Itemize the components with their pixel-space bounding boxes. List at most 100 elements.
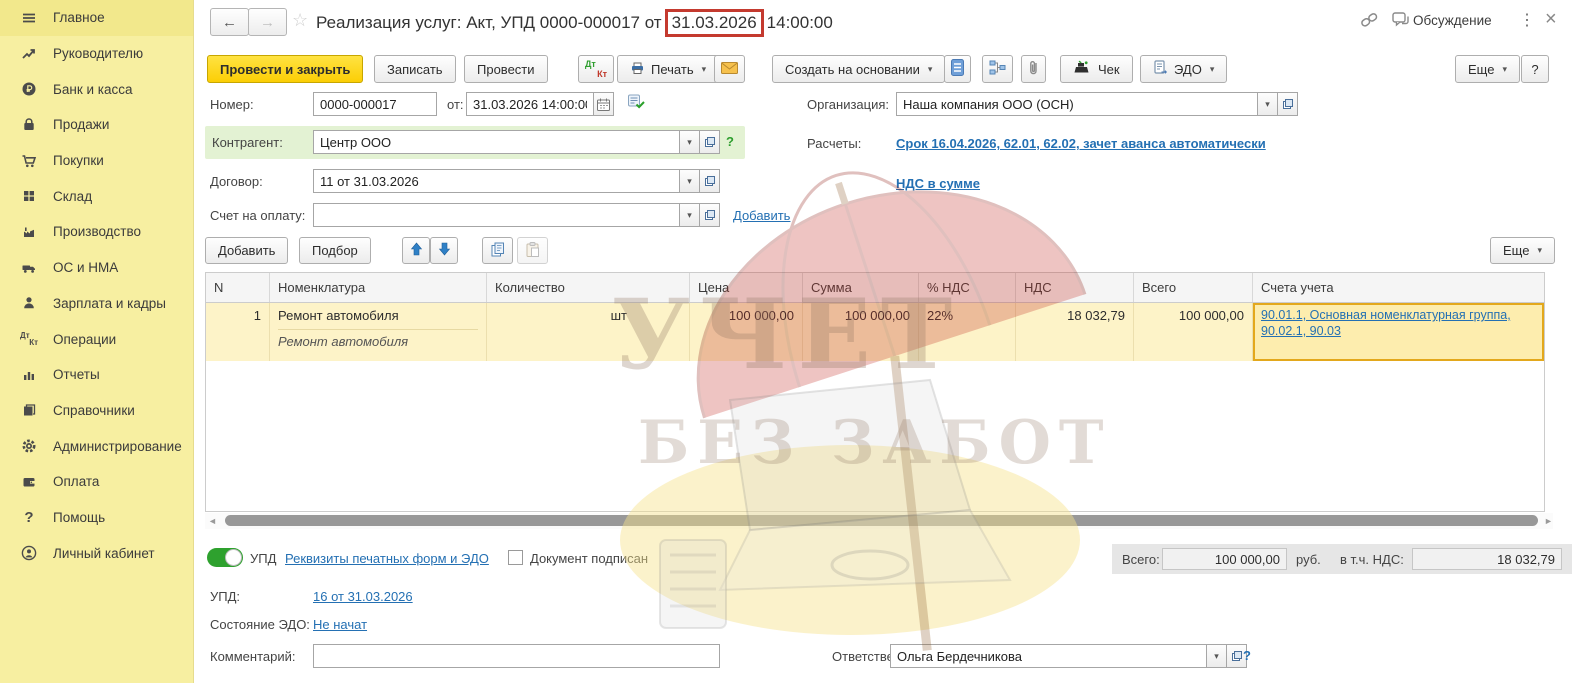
row-add-button[interactable]: Добавить (205, 237, 288, 264)
receipt-button[interactable]: Чек (1060, 55, 1133, 83)
scrollbar-thumb[interactable] (225, 515, 1538, 526)
sidebar-item-administration[interactable]: Администрирование (0, 428, 193, 464)
email-button[interactable] (714, 55, 745, 83)
sidebar-item-reports[interactable]: Отчеты (0, 357, 193, 393)
sidebar-item-salary-hr[interactable]: Зарплата и кадры (0, 286, 193, 322)
help-button[interactable]: ? (1521, 55, 1549, 83)
attachments-button[interactable] (1021, 55, 1046, 83)
nomenclature-name[interactable]: Ремонт автомобиля (278, 308, 478, 330)
scroll-right-icon[interactable]: ► (1544, 516, 1553, 526)
column-header[interactable]: Сумма (803, 273, 919, 302)
sidebar-item-purchases[interactable]: Покупки (0, 143, 193, 179)
settlements-link[interactable]: Срок 16.04.2026, 62.01, 62.02, зачет ава… (896, 136, 1266, 151)
save-button[interactable]: Записать (374, 55, 456, 83)
upd-document-link[interactable]: 16 от 31.03.2026 (313, 589, 413, 604)
chevron-down-icon[interactable]: ▾ (680, 169, 700, 193)
cell-total[interactable]: 100 000,00 (1134, 303, 1253, 361)
more-button[interactable]: Еще▾ (1455, 55, 1520, 83)
edo-button[interactable]: ЭДО▾ (1140, 55, 1227, 83)
sidebar-item-warehouse[interactable]: Склад (0, 178, 193, 214)
cell-line-number[interactable]: 1 (206, 303, 270, 361)
related-list-button[interactable] (944, 55, 971, 83)
sidebar-item-operations[interactable]: ДтКт Операции (0, 321, 193, 357)
sidebar-item-help[interactable]: ? Помощь (0, 500, 193, 536)
sidebar-item-manager[interactable]: Руководителю (0, 36, 193, 72)
forward-button[interactable]: → (248, 8, 287, 36)
invoice-input[interactable] (313, 203, 680, 227)
post-button[interactable]: Провести (464, 55, 548, 83)
chevron-down-icon[interactable]: ▾ (680, 130, 700, 154)
copy-button[interactable] (482, 237, 513, 264)
responsible-help-icon[interactable]: ? (1243, 648, 1251, 663)
more-menu-icon[interactable]: ⋮ (1519, 10, 1535, 30)
table-row[interactable]: 1 Ремонт автомобиля Ремонт автомобиля шт… (206, 303, 1544, 361)
cell-amount[interactable]: 100 000,00 (803, 303, 919, 361)
sidebar-item-payment[interactable]: Оплата (0, 464, 193, 500)
discussion-icon[interactable] (1392, 12, 1411, 31)
favorite-star-icon[interactable]: ☆ (292, 10, 308, 31)
back-button[interactable]: ← (210, 8, 249, 36)
chevron-down-icon[interactable]: ▾ (1207, 644, 1227, 668)
open-icon[interactable] (700, 130, 720, 154)
dt-kt-button[interactable]: ДтКт (578, 55, 614, 83)
document-signed-checkbox[interactable] (508, 550, 523, 565)
responsible-input[interactable] (890, 644, 1207, 668)
create-based-on-button[interactable]: Создать на основании▾ (772, 55, 945, 83)
column-header[interactable]: Количество (487, 273, 690, 302)
invoice-add-link[interactable]: Добавить (733, 208, 790, 223)
sidebar-item-bank-cash[interactable]: Банк и касса (0, 71, 193, 107)
counterparty-input[interactable] (313, 130, 680, 154)
document-structure-button[interactable] (982, 55, 1013, 83)
link-icon[interactable] (1360, 12, 1379, 32)
number-input[interactable] (313, 92, 437, 116)
accounts-link[interactable]: 90.01.1, Основная номенклатурная группа,… (1261, 308, 1511, 338)
date-input[interactable] (466, 92, 594, 116)
move-down-button[interactable] (430, 237, 458, 264)
column-header[interactable]: % НДС (919, 273, 1016, 302)
open-icon[interactable] (700, 169, 720, 193)
column-header[interactable]: Номенклатура (270, 273, 487, 302)
close-icon[interactable]: × (1545, 8, 1557, 31)
paste-button[interactable] (517, 237, 548, 264)
comment-input[interactable] (313, 644, 720, 668)
rows-more-button[interactable]: Еще▾ (1490, 237, 1555, 264)
organization-input[interactable] (896, 92, 1258, 116)
chevron-down-icon[interactable]: ▾ (680, 203, 700, 227)
cell-vat-rate[interactable]: 22% (919, 303, 1016, 361)
calendar-icon[interactable] (594, 92, 614, 116)
sidebar-item-directories[interactable]: Справочники (0, 393, 193, 429)
print-forms-requisites-link[interactable]: Реквизиты печатных форм и ЭДО (285, 551, 489, 566)
sidebar-item-production[interactable]: Производство (0, 214, 193, 250)
upd-toggle[interactable] (207, 548, 243, 567)
cell-nomenclature[interactable]: Ремонт автомобиля Ремонт автомобиля (270, 303, 487, 361)
vat-mode-link[interactable]: НДС в сумме (896, 176, 980, 191)
nomenclature-content[interactable]: Ремонт автомобиля (278, 334, 478, 349)
contract-input[interactable] (313, 169, 680, 193)
sidebar-item-fixed-assets[interactable]: ОС и НМА (0, 250, 193, 286)
ruble-icon (18, 81, 40, 97)
post-and-close-button[interactable]: Провести и закрыть (207, 55, 363, 83)
column-header[interactable]: N (206, 273, 270, 302)
discussion-label[interactable]: Обсуждение (1413, 13, 1492, 28)
scroll-left-icon[interactable]: ◄ (208, 516, 217, 526)
sidebar-item-personal-account[interactable]: Личный кабинет (0, 535, 193, 571)
move-up-button[interactable] (402, 237, 430, 264)
row-pick-button[interactable]: Подбор (299, 237, 371, 264)
column-header[interactable]: Счета учета (1253, 273, 1544, 302)
column-header[interactable]: Цена (690, 273, 803, 302)
cell-vat-amount[interactable]: 18 032,79 (1016, 303, 1134, 361)
cell-accounts[interactable]: 90.01.1, Основная номенклатурная группа,… (1253, 303, 1544, 361)
edo-state-link[interactable]: Не начат (313, 617, 367, 632)
chevron-down-icon[interactable]: ▾ (1258, 92, 1278, 116)
open-icon[interactable] (700, 203, 720, 227)
column-header[interactable]: Всего (1134, 273, 1253, 302)
print-button[interactable]: Печать▾ (617, 55, 719, 83)
column-header[interactable]: НДС (1016, 273, 1134, 302)
open-icon[interactable] (1278, 92, 1298, 116)
counterparty-help-icon[interactable]: ? (726, 134, 734, 149)
cell-unit[interactable]: шт (487, 303, 690, 361)
sidebar-item-main[interactable]: Главное (0, 0, 193, 36)
sidebar-item-sales[interactable]: Продажи (0, 107, 193, 143)
set-posting-time-icon[interactable] (628, 94, 645, 112)
cell-price[interactable]: 100 000,00 (690, 303, 803, 361)
